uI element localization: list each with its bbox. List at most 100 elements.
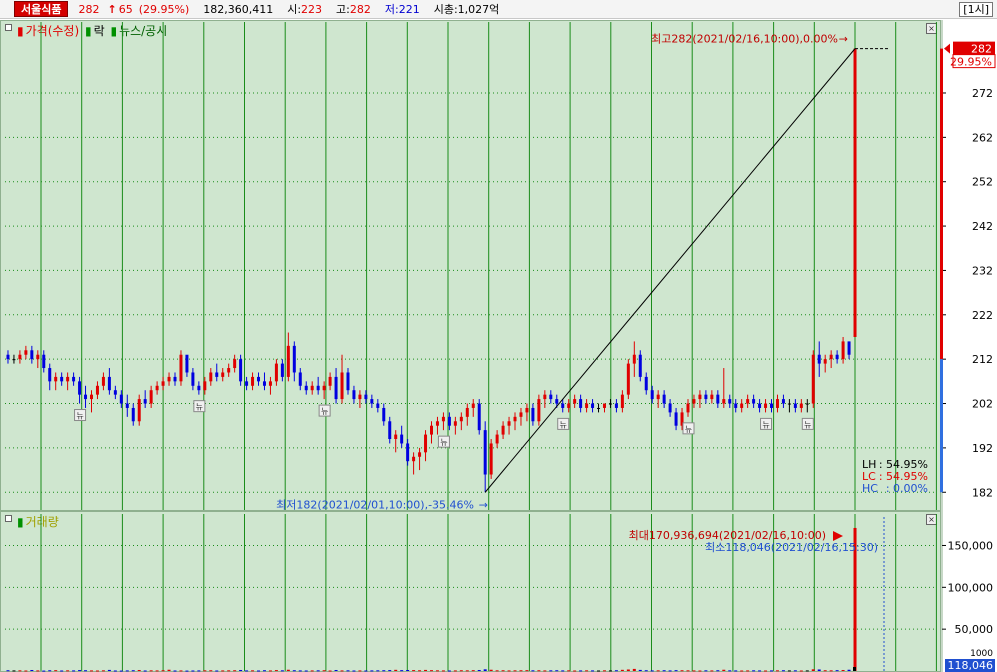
candle-body	[477, 403, 481, 431]
candle-body	[227, 368, 231, 373]
candle-body	[131, 407, 135, 422]
volume-bar	[614, 670, 618, 672]
volume-bar	[441, 670, 445, 672]
price-tick-label: 232	[972, 264, 993, 277]
volume-bar	[191, 670, 195, 672]
volume-bar	[274, 670, 278, 672]
volume-min-annotation: 최소118,046(2021/02/16,15:30)	[705, 541, 878, 554]
volume-bar	[328, 670, 332, 672]
volume-bar	[412, 670, 416, 672]
candle-body	[233, 359, 237, 369]
volume-bar	[66, 670, 70, 672]
candle-body	[435, 421, 439, 426]
volume-bar	[817, 669, 821, 671]
low-annotation: 최저182(2021/02/01,10:00),-35.46%	[276, 498, 474, 511]
candle-body	[692, 399, 696, 404]
volume-bar	[376, 670, 380, 672]
volume-bar	[36, 670, 40, 672]
volume-bar	[89, 670, 93, 672]
volume-bar	[471, 670, 475, 672]
volume-bar	[125, 670, 129, 672]
volume-bar	[388, 670, 392, 672]
candle-body	[537, 399, 541, 422]
volume-bar	[752, 670, 756, 672]
volume-bar	[6, 670, 10, 672]
volume-bar	[298, 670, 302, 672]
volume-bar	[811, 669, 815, 671]
volume-bar	[716, 670, 720, 672]
volume-bar	[424, 669, 428, 671]
candle-body	[543, 394, 547, 400]
candle-body	[239, 359, 243, 382]
candle-body	[66, 376, 70, 382]
volume-bar	[322, 670, 326, 672]
volume-bar	[310, 670, 314, 672]
volume-bar	[304, 670, 308, 672]
candle-body	[740, 403, 744, 408]
candle-body	[811, 354, 815, 404]
volume-bar	[119, 670, 123, 672]
candle-body	[799, 403, 803, 408]
volume-bar	[84, 670, 88, 672]
candle-body	[549, 394, 553, 400]
volume-bar	[459, 670, 463, 672]
candle-body	[805, 403, 809, 405]
high-annotation-arrow: →	[839, 33, 848, 46]
volume-bar	[644, 670, 648, 672]
price-tick-label: 182	[972, 486, 993, 499]
volume-bar	[793, 670, 797, 672]
candle-body	[644, 376, 648, 391]
candle-body	[650, 390, 654, 400]
candle-body	[668, 403, 672, 413]
candle-body	[489, 443, 493, 475]
candle-body	[835, 354, 839, 360]
candle-body	[728, 399, 732, 404]
candle-body	[370, 399, 374, 404]
volume-bar	[758, 670, 762, 672]
volume-bar	[24, 670, 28, 672]
candle-body	[95, 385, 99, 395]
volume-bar	[215, 670, 219, 672]
volume-bar	[477, 669, 481, 671]
candle-body	[298, 372, 302, 386]
candle-body	[620, 394, 624, 408]
volume-bar	[203, 670, 207, 672]
volume-bar	[561, 670, 565, 672]
candle-body	[525, 407, 529, 413]
volume-bar	[346, 670, 350, 672]
axis-down-bar	[940, 359, 943, 493]
stat-value: : 0.00%	[886, 482, 928, 495]
candle-body	[376, 403, 380, 408]
candle-body	[328, 376, 332, 386]
candle-body	[179, 354, 183, 382]
volume-bar	[662, 670, 666, 672]
volume-bar	[251, 670, 255, 672]
volume-bar	[453, 670, 457, 672]
volume-bar	[334, 669, 338, 671]
candle-body	[36, 354, 40, 360]
candle-body	[245, 381, 249, 386]
candle-body	[316, 385, 320, 391]
price-tick-label: 202	[972, 398, 993, 411]
price-tick-label: 212	[972, 353, 993, 366]
candle-body	[597, 407, 601, 409]
volume-bar	[227, 670, 231, 672]
volume-bar	[358, 670, 362, 672]
volume-bar	[167, 669, 171, 671]
volume-bar	[257, 670, 261, 672]
volume-bar	[770, 670, 774, 672]
volume-bar	[161, 670, 165, 672]
price-tick-label: 272	[972, 87, 993, 100]
candle-body	[507, 421, 511, 426]
volume-bar	[95, 670, 99, 672]
volume-bar	[406, 669, 410, 671]
volume-bar	[525, 670, 529, 672]
volume-bar	[531, 670, 535, 672]
volume-bar	[113, 670, 117, 672]
candle-body	[185, 354, 189, 373]
volume-bar	[447, 670, 451, 672]
candle-body	[203, 381, 207, 391]
volume-bar	[835, 670, 839, 672]
volume-bar	[101, 670, 105, 672]
volume-bar	[704, 670, 708, 672]
